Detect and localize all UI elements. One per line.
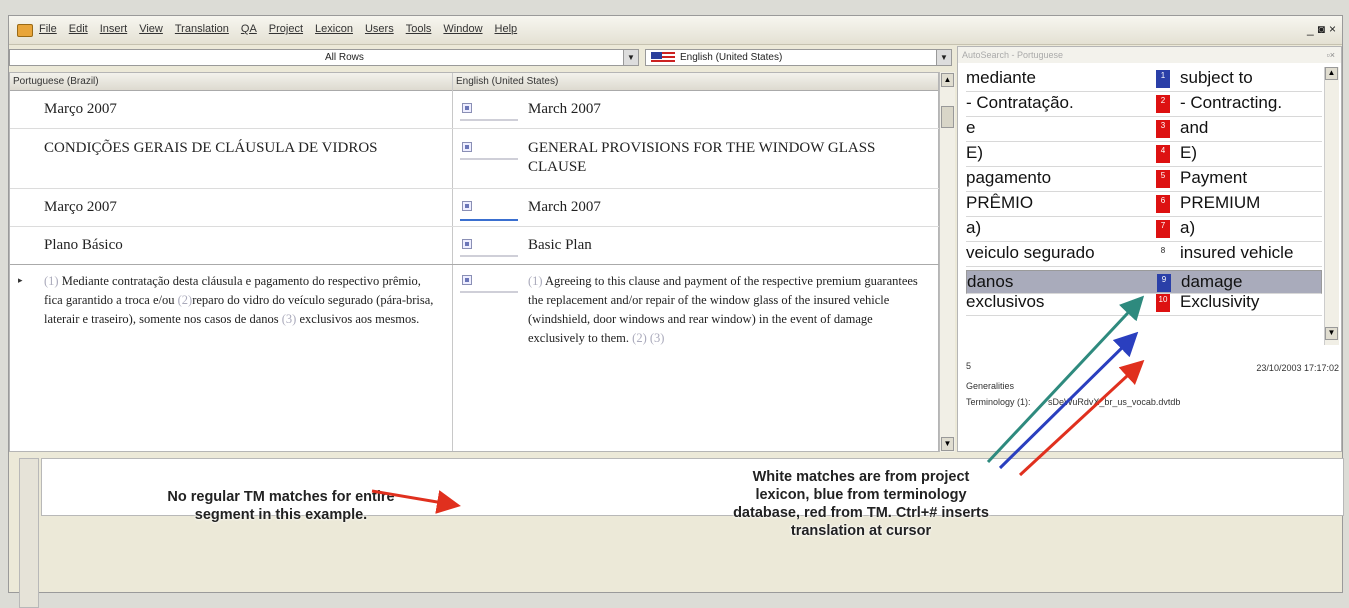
- callout-arrows: [371, 295, 1145, 514]
- arrow-red: [1018, 359, 1145, 477]
- arrow-teal: [986, 295, 1145, 464]
- arrow-left: [371, 489, 461, 514]
- arrow-blue: [998, 331, 1139, 470]
